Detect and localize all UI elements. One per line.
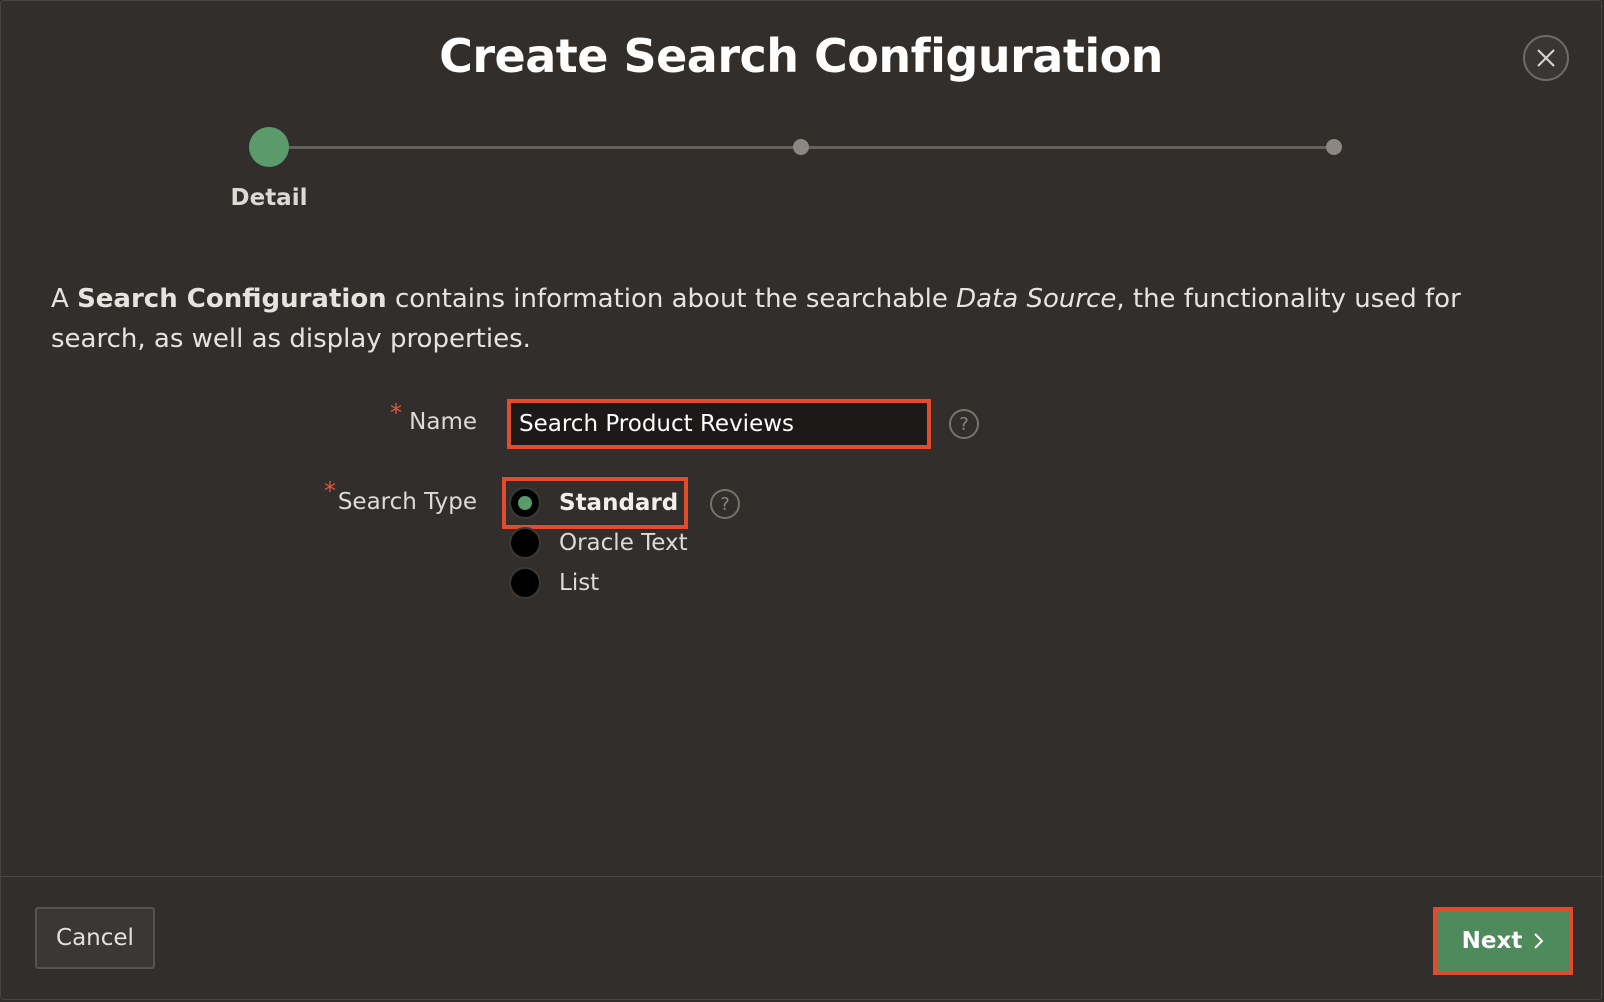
chevron-right-icon [1532,932,1544,950]
search-type-help-icon[interactable]: ? [710,489,740,519]
radio-option-oracle-text[interactable]: Oracle Text [509,525,688,561]
dialog-title: Create Search Configuration [439,29,1163,83]
create-search-configuration-dialog: Create Search Configuration Detail A Sea… [0,0,1603,1000]
radio-list-label[interactable]: List [559,570,599,596]
name-input[interactable] [507,399,931,449]
radio-option-list[interactable]: List [509,565,599,601]
wizard-step-2-marker [793,139,809,155]
wizard-progress: Detail [1,123,1603,223]
wizard-step-detail-marker [249,127,289,167]
name-label: Name [409,409,477,435]
radio-oracle-text[interactable] [509,527,541,559]
wizard-step-3-marker [1326,139,1342,155]
wizard-step-detail-label: Detail [230,185,308,211]
intro-prefix: A [51,284,78,314]
cancel-button[interactable]: Cancel [35,907,155,969]
search-type-label: Search Type [337,489,477,515]
intro-text: A Search Configuration contains informat… [51,279,1551,359]
next-button-label: Next [1461,928,1523,954]
next-button[interactable]: Next [1433,907,1573,975]
radio-list[interactable] [509,567,541,599]
highlight-box-standard [502,477,688,529]
radio-oracle-text-label[interactable]: Oracle Text [559,530,688,556]
name-help-icon[interactable]: ? [949,409,979,439]
intro-data-source: Data Source [956,284,1117,314]
close-button[interactable] [1523,35,1569,81]
intro-middle: contains information about the searchabl… [386,284,957,314]
close-icon [1535,47,1557,69]
intro-term: Search Configuration [77,284,387,314]
footer-divider [1,876,1603,877]
